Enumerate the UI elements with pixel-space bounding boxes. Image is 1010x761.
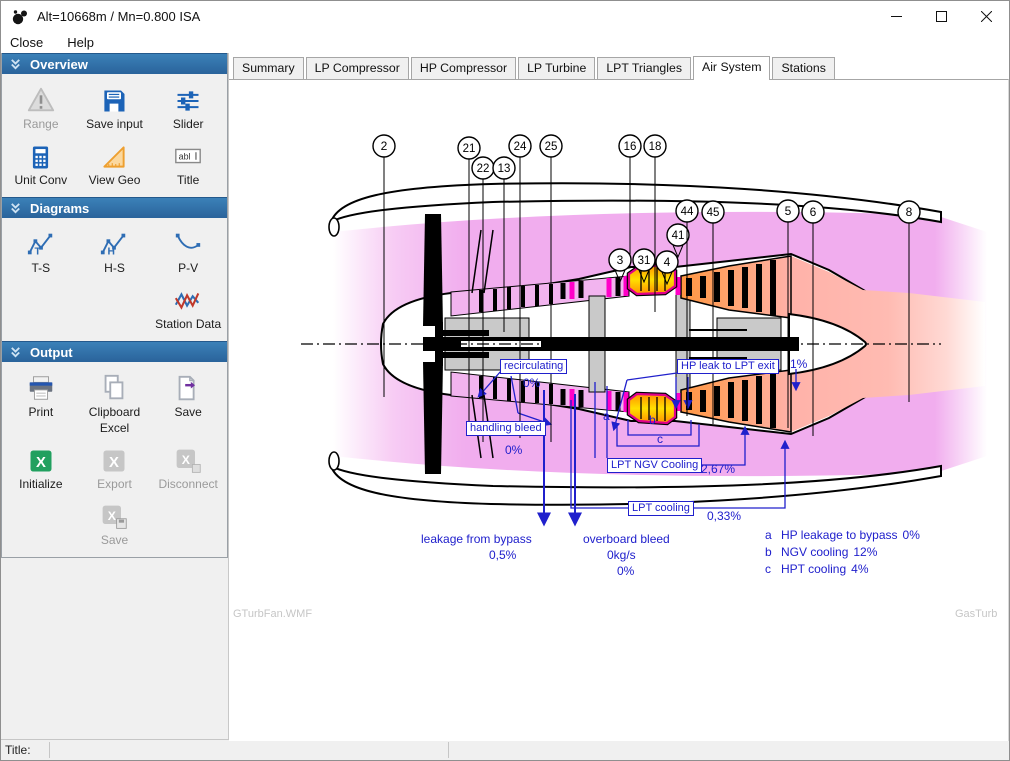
tool-disconnect-excel: X Disconnect — [151, 443, 225, 491]
chevron-double-down-icon — [9, 202, 22, 215]
floppy-icon — [100, 83, 128, 115]
tool-pv-diagram[interactable]: P-V — [151, 227, 225, 275]
tool-range: Range — [4, 83, 78, 131]
sidebar: Overview Range Save input Slider Unit C — [1, 53, 229, 741]
svg-text:3: 3 — [617, 253, 624, 267]
tab-hp-compressor[interactable]: HP Compressor — [411, 57, 516, 79]
svg-text:45: 45 — [707, 207, 720, 219]
gasturb-window: { "window": { "title": "Alt=10668m / Mn=… — [0, 0, 1010, 761]
tab-bar: SummaryLP CompressorHP CompressorLP Turb… — [229, 53, 1009, 79]
tool-print[interactable]: Print — [4, 371, 78, 435]
svg-text:16: 16 — [624, 141, 637, 153]
tab-stations[interactable]: Stations — [772, 57, 834, 79]
tool-export-excel: X Export — [78, 443, 152, 491]
svg-text:31: 31 — [638, 255, 651, 267]
calculator-icon — [27, 139, 54, 171]
tab-lp-turbine[interactable]: LP Turbine — [518, 57, 595, 79]
app-logo-icon — [11, 8, 29, 26]
slider-icon — [174, 83, 202, 115]
menu-bar: Close Help — [1, 32, 1009, 53]
tool-hs-diagram[interactable]: H H-S — [78, 227, 152, 275]
sidebar-section-output[interactable]: Output — [2, 341, 227, 362]
svg-text:4: 4 — [664, 255, 671, 269]
svg-text:X: X — [108, 509, 117, 523]
printer-icon — [26, 371, 56, 403]
svg-text:6: 6 — [810, 205, 817, 219]
excel-gray-icon: X — [100, 443, 128, 475]
station-data-icon — [173, 283, 203, 315]
svg-text:24: 24 — [514, 141, 527, 153]
close-button[interactable] — [964, 1, 1009, 32]
tool-clipboard-excel[interactable]: Clipboard Excel — [78, 371, 152, 435]
svg-text:41: 41 — [672, 230, 685, 242]
title-bar: Alt=10668m / Mn=0.800 ISA — [1, 1, 1009, 32]
chevron-double-down-icon — [9, 58, 22, 71]
set-square-icon — [100, 139, 128, 171]
excel-save-icon: X — [100, 499, 128, 531]
status-bar: Title: — [1, 739, 1009, 760]
hs-chart-icon: H — [99, 227, 129, 259]
textbox-icon: abl — [173, 139, 203, 171]
minimize-button[interactable] — [874, 1, 919, 32]
excel-green-icon: X — [27, 443, 55, 475]
tool-save-output[interactable]: Save — [151, 371, 225, 435]
maximize-button[interactable] — [919, 1, 964, 32]
tool-initialize-excel[interactable]: X Initialize — [4, 443, 78, 491]
svg-text:25: 25 — [545, 141, 558, 153]
air-system-canvas: 2212213242516183314414445568 recirculati… — [229, 79, 1009, 741]
svg-text:13: 13 — [498, 163, 511, 175]
ts-chart-icon: T — [26, 227, 56, 259]
svg-text:8: 8 — [906, 205, 913, 219]
tab-air-system[interactable]: Air System — [693, 56, 770, 80]
warning-icon — [26, 83, 56, 115]
svg-text:21: 21 — [463, 143, 476, 155]
save-export-icon — [173, 371, 203, 403]
svg-text:abl: abl — [179, 151, 191, 161]
copy-icon — [99, 371, 129, 403]
pv-chart-icon — [173, 227, 203, 259]
svg-text:22: 22 — [477, 163, 490, 175]
tool-ts-diagram[interactable]: T T-S — [4, 227, 78, 275]
svg-text:H: H — [108, 246, 115, 257]
svg-text:X: X — [36, 455, 46, 471]
sidebar-section-overview[interactable]: Overview — [2, 53, 227, 74]
window-title: Alt=10668m / Mn=0.800 ISA — [37, 9, 200, 24]
menu-item-close[interactable]: Close — [10, 35, 43, 50]
svg-text:T: T — [34, 246, 41, 257]
air-system-diagram: 2 2122 1324 25 16 18 3 31 4 41 44 45 5 6 8 — [229, 80, 1010, 742]
tab-lp-compressor[interactable]: LP Compressor — [306, 57, 409, 79]
svg-text:X: X — [110, 455, 120, 471]
tool-view-geo[interactable]: View Geo — [78, 139, 152, 187]
tool-save-excel: X Save — [78, 499, 152, 547]
tool-station-data[interactable]: Station Data — [151, 283, 225, 331]
tool-save-input[interactable]: Save input — [78, 83, 152, 131]
tool-slider[interactable]: Slider — [151, 83, 225, 131]
tab-lpt-triangles[interactable]: LPT Triangles — [597, 57, 691, 79]
chevron-double-down-icon — [9, 346, 22, 359]
svg-text:5: 5 — [785, 204, 792, 218]
tab-summary[interactable]: Summary — [233, 57, 304, 79]
svg-text:X: X — [182, 453, 191, 467]
svg-text:44: 44 — [681, 206, 694, 218]
excel-disconnect-icon: X — [174, 443, 202, 475]
sidebar-section-diagrams[interactable]: Diagrams — [2, 197, 227, 218]
tool-title[interactable]: abl Title — [151, 139, 225, 187]
menu-item-help[interactable]: Help — [67, 35, 94, 50]
svg-text:18: 18 — [649, 141, 662, 153]
tool-unit-conv[interactable]: Unit Conv — [4, 139, 78, 187]
status-title-label: Title: — [5, 743, 31, 757]
svg-text:2: 2 — [381, 139, 388, 153]
